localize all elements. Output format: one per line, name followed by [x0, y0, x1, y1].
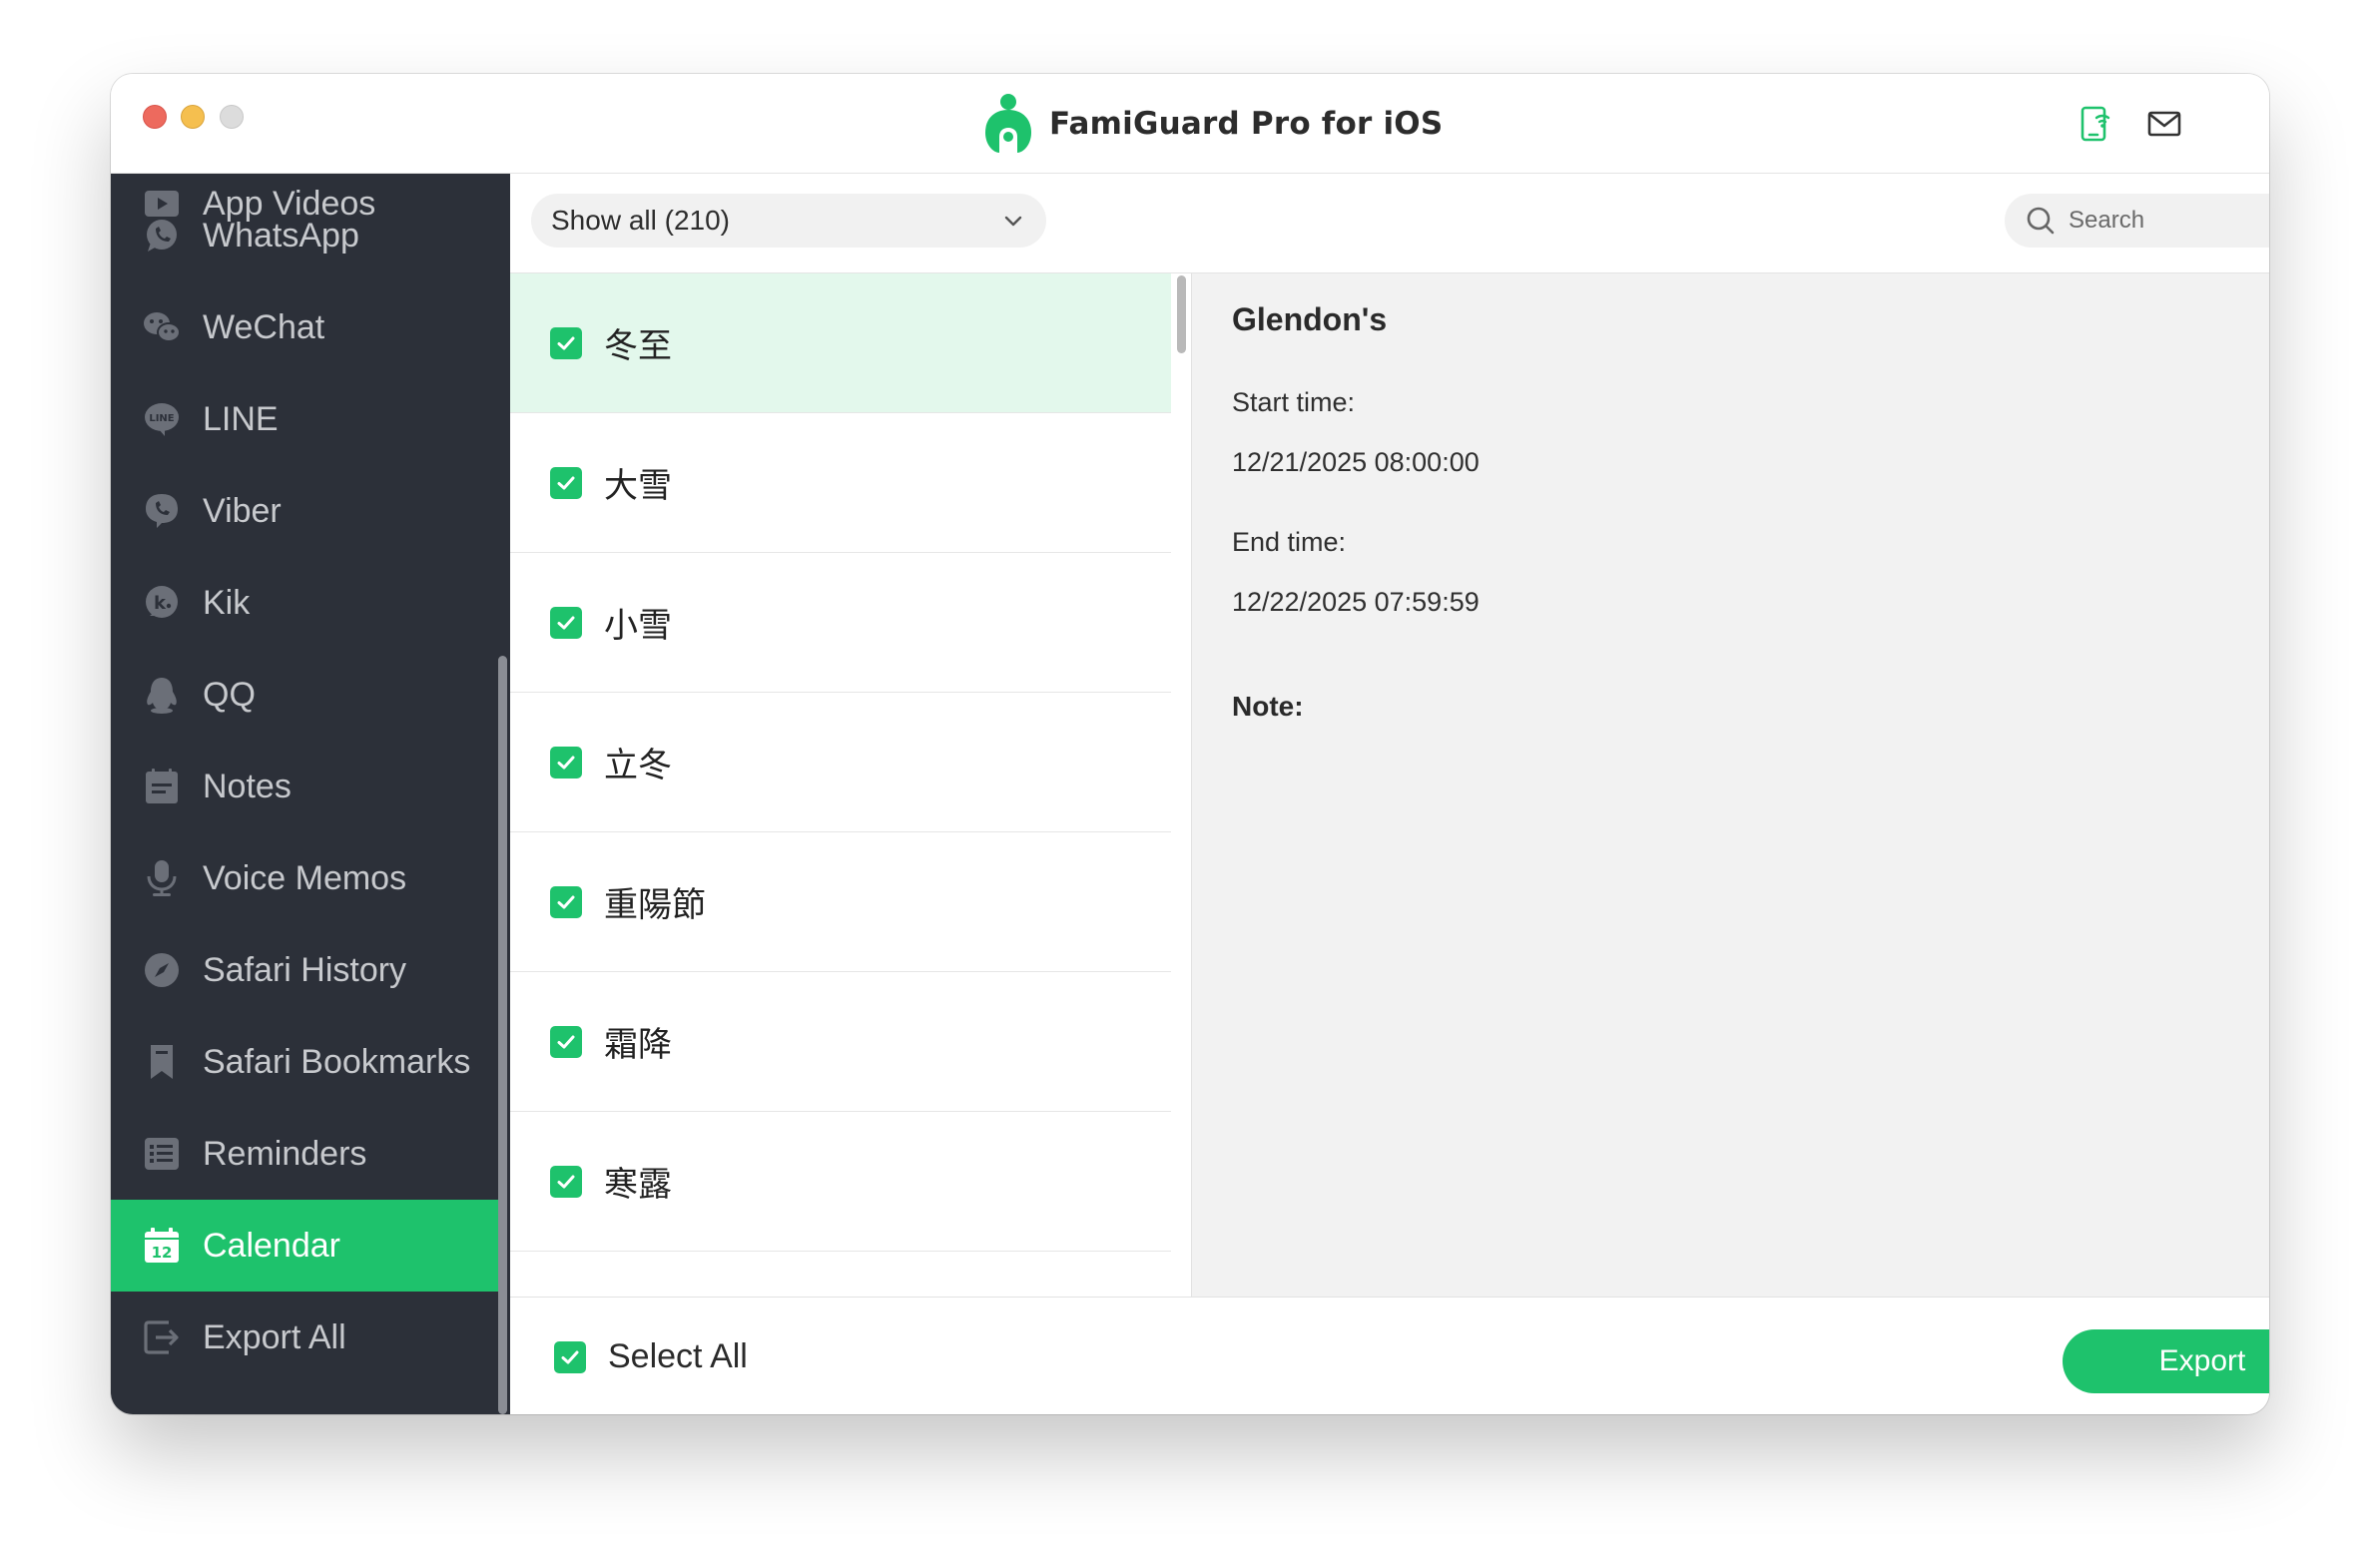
list-item[interactable]: 寒露: [510, 1112, 1171, 1252]
bottom-action-bar: Select All Export: [510, 1297, 2269, 1414]
list-item[interactable]: 冬至: [510, 273, 1171, 413]
select-all-checkbox[interactable]: [554, 1340, 586, 1373]
svg-text:LINE: LINE: [149, 413, 174, 424]
sidebar-item-label: Calendar: [203, 1226, 340, 1265]
svg-text:12: 12: [152, 1244, 173, 1262]
sidebar-item-qq[interactable]: QQ: [111, 649, 498, 741]
event-title: Glendon's: [1232, 301, 1388, 337]
end-time-value: 12/22/2025 07:59:59: [1232, 587, 1480, 617]
list-item[interactable]: 立冬: [510, 693, 1171, 832]
app-window: FamiGuard Pro for iOS App Videos WhatsAp…: [111, 74, 2269, 1414]
list-item[interactable]: 霜降: [510, 972, 1171, 1112]
compass-icon: [141, 949, 183, 991]
filter-selected-value: Show all (210): [551, 205, 730, 236]
sidebar-item-export-all[interactable]: Export All: [111, 1292, 498, 1383]
note-label: Note:: [1232, 691, 1304, 722]
phone-wifi-icon[interactable]: [2077, 104, 2116, 144]
sidebar-item-label: WhatsApp: [203, 216, 359, 255]
list-item-title: 霜降: [604, 1025, 672, 1065]
event-list: 冬至 大雪 小雪 立冬 重陽節 霜降 寒露: [510, 273, 1181, 1297]
sidebar-item-label: Reminders: [203, 1134, 367, 1173]
title-bar: FamiGuard Pro for iOS: [111, 74, 2269, 174]
sidebar-item-label: Export All: [203, 1317, 346, 1356]
search-input[interactable]: [2067, 206, 2269, 236]
export-icon: [141, 1316, 183, 1358]
select-all-label: Select All: [608, 1337, 748, 1375]
sidebar-item-wechat[interactable]: WeChat: [111, 281, 498, 373]
sidebar-item-label: Kik: [203, 583, 251, 622]
checkbox[interactable]: [550, 326, 582, 359]
wechat-icon: [141, 306, 183, 348]
qq-icon: [141, 674, 183, 716]
sidebar-item-whatsapp[interactable]: WhatsApp: [111, 190, 498, 281]
sidebar-item-label: Voice Memos: [203, 858, 407, 897]
app-title-group: FamiGuard Pro for iOS: [979, 92, 1443, 156]
notes-icon: [141, 766, 183, 807]
export-button[interactable]: Export: [2063, 1329, 2269, 1393]
list-item-title: 重陽節: [604, 885, 706, 925]
list-item-title: 小雪: [604, 606, 672, 646]
checkbox[interactable]: [550, 466, 582, 499]
minimize-window-button[interactable]: [181, 105, 205, 129]
mail-icon[interactable]: [2144, 104, 2184, 144]
start-time-label: Start time:: [1232, 387, 1356, 417]
start-time-value: 12/21/2025 08:00:00: [1232, 447, 1480, 477]
list-item[interactable]: 小雪: [510, 553, 1171, 693]
sidebar-item-safari-history[interactable]: Safari History: [111, 924, 498, 1016]
app-title: FamiGuard Pro for iOS: [1049, 106, 1444, 142]
chevron-down-icon: [1004, 216, 1022, 227]
search-icon: [2027, 207, 2055, 235]
famiguard-logo-icon: [985, 94, 1031, 153]
sidebar-item-label: Notes: [203, 767, 292, 805]
sidebar-scrollbar[interactable]: [498, 656, 507, 1414]
search-box[interactable]: [2005, 194, 2269, 248]
sidebar-item-label: Safari Bookmarks: [203, 1042, 471, 1081]
end-time-label: End time:: [1232, 527, 1347, 557]
microphone-icon: [141, 857, 183, 899]
sidebar-item-label: Safari History: [203, 950, 407, 989]
checkbox[interactable]: [550, 606, 582, 639]
event-detail-pane: Glendon's Start time: 12/21/2025 08:00:0…: [1192, 273, 2269, 1297]
sidebar-item-kik[interactable]: k Kik: [111, 557, 498, 649]
whatsapp-icon: [141, 215, 183, 257]
list-item-title: 立冬: [604, 746, 672, 785]
sidebar-item-label: LINE: [203, 399, 279, 438]
sidebar: App Videos WhatsApp WeChat LINE LINE Vib…: [111, 174, 510, 1414]
list-scrollbar[interactable]: [1177, 275, 1186, 353]
line-icon: LINE: [141, 398, 183, 440]
filter-dropdown[interactable]: Show all (210): [531, 194, 1046, 248]
calendar-icon: 12: [141, 1225, 183, 1267]
list-item-title: 寒露: [604, 1165, 672, 1205]
viber-icon: [141, 490, 183, 532]
sidebar-item-label: Viber: [203, 491, 282, 530]
bookmark-icon: [141, 1041, 183, 1083]
sidebar-item-calendar[interactable]: 12 Calendar: [111, 1200, 498, 1292]
list-item[interactable]: 重陽節: [510, 832, 1171, 972]
sidebar-item-label: WeChat: [203, 307, 325, 346]
content-toolbar: Show all (210): [510, 174, 2269, 273]
sidebar-item-notes[interactable]: Notes: [111, 741, 498, 832]
checkbox[interactable]: [550, 1025, 582, 1058]
checkbox[interactable]: [550, 1165, 582, 1198]
zoom-window-button[interactable]: [220, 105, 244, 129]
sidebar-item-viber[interactable]: Viber: [111, 465, 498, 557]
checkbox[interactable]: [550, 885, 582, 918]
sidebar-item-line[interactable]: LINE LINE: [111, 373, 498, 465]
select-all-control[interactable]: Select All: [554, 1337, 748, 1376]
sidebar-item-safari-bookmarks[interactable]: Safari Bookmarks: [111, 1016, 498, 1108]
list-icon: [141, 1133, 183, 1175]
checkbox[interactable]: [550, 746, 582, 779]
list-item-title: 冬至: [604, 326, 672, 366]
sidebar-item-voice-memos[interactable]: Voice Memos: [111, 832, 498, 924]
svg-text:k: k: [154, 593, 167, 614]
sidebar-item-reminders[interactable]: Reminders: [111, 1108, 498, 1200]
kik-icon: k: [141, 582, 183, 624]
close-window-button[interactable]: [143, 105, 167, 129]
list-item-title: 大雪: [604, 466, 672, 506]
sidebar-item-label: QQ: [203, 675, 256, 714]
list-item[interactable]: 大雪: [510, 413, 1171, 553]
